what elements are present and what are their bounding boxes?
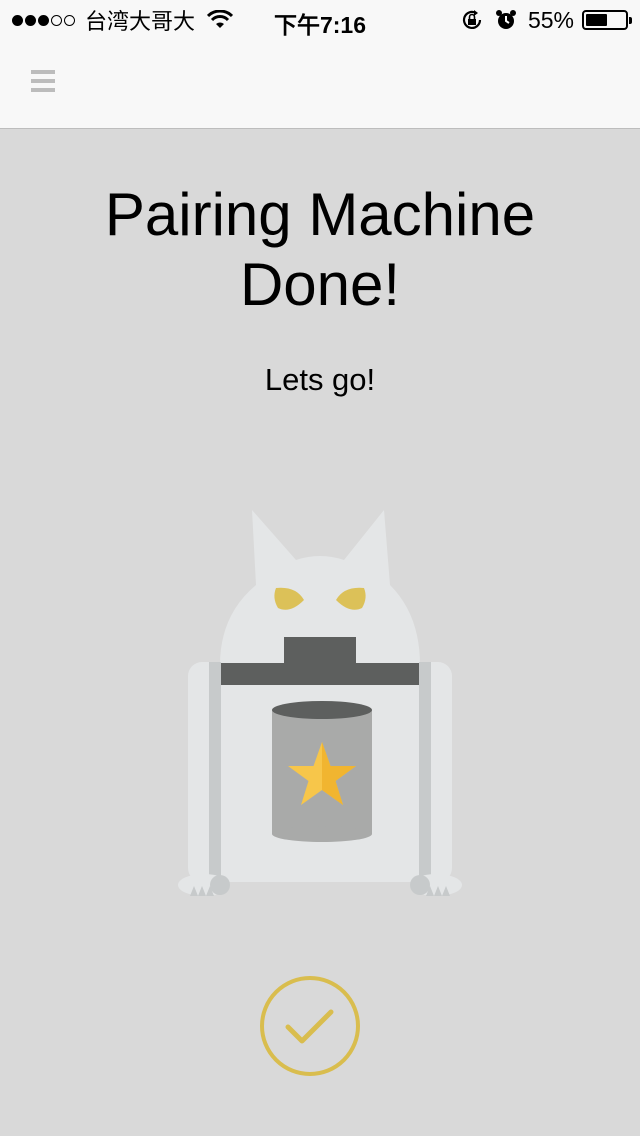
signal-strength-icon	[12, 14, 77, 26]
page-subtitle: Lets go!	[264, 362, 376, 397]
signal-dot	[51, 14, 62, 26]
cat-robot-illustration	[178, 510, 462, 896]
rotation-lock-icon	[462, 10, 482, 29]
battery-percent: 55%	[527, 6, 574, 33]
signal-dot	[64, 14, 75, 26]
menu-line	[31, 70, 55, 74]
wifi-icon	[207, 10, 234, 28]
status-bar: 台湾大哥大 下午7:16 55%	[0, 0, 640, 40]
status-right: 55%	[460, 6, 632, 34]
menu-line	[31, 88, 55, 92]
status-left: 台湾大哥大	[12, 6, 234, 34]
nav-bar	[0, 40, 640, 129]
body-rail-left	[209, 662, 221, 880]
can-top	[272, 701, 372, 719]
battery-level	[586, 14, 607, 26]
menu-line	[31, 79, 55, 83]
carrier-name: 台湾大哥大	[85, 9, 196, 34]
can-bottom	[272, 826, 372, 842]
battery-icon	[582, 10, 632, 30]
body-top-band	[221, 663, 419, 685]
page-title: Pairing Machine Done!	[104, 181, 536, 318]
body-top-slot	[284, 637, 356, 665]
battery-cap	[629, 17, 632, 24]
signal-dot	[38, 14, 49, 26]
check-circle-icon[interactable]	[259, 975, 361, 1077]
hamburger-menu-icon[interactable]	[31, 70, 55, 92]
body-rail-right	[419, 662, 431, 880]
signal-dot	[25, 14, 36, 26]
alarm-icon	[495, 10, 516, 29]
pairing-done-screen: 台湾大哥大 下午7:16 55% Pairing Machine Done! L…	[0, 0, 640, 1136]
signal-dot	[12, 14, 23, 26]
